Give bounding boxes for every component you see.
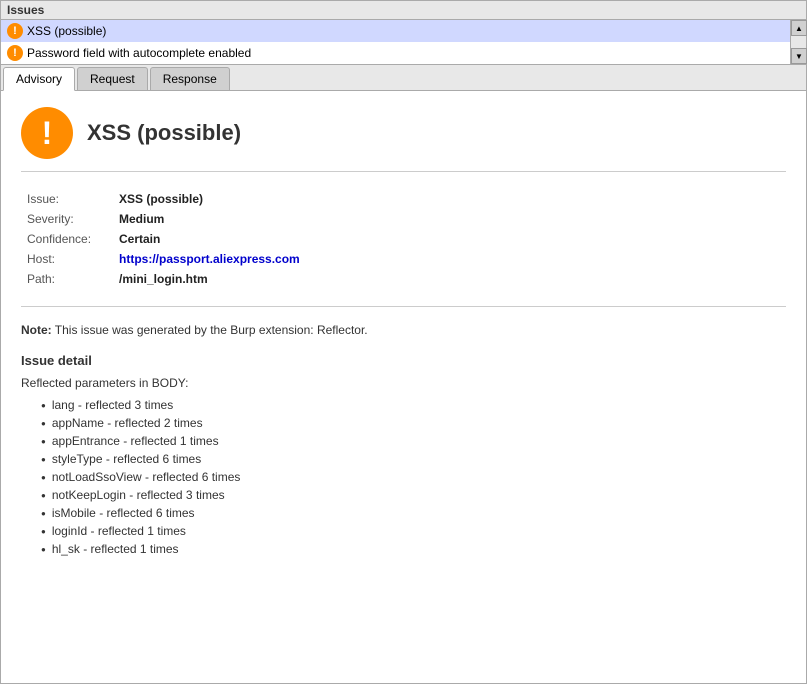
detail-row-host: Host: https://passport.aliexpress.com [23,250,784,268]
detail-row-confidence: Confidence: Certain [23,230,784,248]
param-item: styleType - reflected 6 times [41,450,786,468]
reflected-params-label: Reflected parameters in BODY: [21,376,786,390]
path-value: /mini_login.htm [115,270,784,288]
issue-detail-section: Issue detail Reflected parameters in BOD… [21,353,786,558]
detail-row-path: Path: /mini_login.htm [23,270,784,288]
advisory-content: ! XSS (possible) Issue: XSS (possible) S… [1,91,806,683]
scroll-track [791,36,806,48]
tab-request[interactable]: Request [77,67,148,90]
issues-scrollbar[interactable]: ▲ ▼ [790,20,806,64]
param-item: appEntrance - reflected 1 times [41,432,786,450]
param-item: appName - reflected 2 times [41,414,786,432]
issues-title: Issues [7,3,44,17]
issue-item-xss-label: XSS (possible) [27,24,106,38]
detail-row-issue: Issue: XSS (possible) [23,190,784,208]
tab-response[interactable]: Response [150,67,230,90]
param-item: isMobile - reflected 6 times [41,504,786,522]
issues-list: ! XSS (possible) ! Password field with a… [1,20,806,65]
note-text: This issue was generated by the Burp ext… [52,323,368,337]
host-link: https://passport.aliexpress.com [119,252,300,266]
param-item: lang - reflected 3 times [41,396,786,414]
issues-panel: Issues ! XSS (possible) ! Password field… [0,0,807,684]
params-list: lang - reflected 3 timesappName - reflec… [41,396,786,558]
tab-advisory[interactable]: Advisory [3,67,75,91]
issue-value: XSS (possible) [115,190,784,208]
issue-item-xss[interactable]: ! XSS (possible) [1,20,790,42]
tabs-bar: Advisory Request Response [1,65,806,91]
details-table: Issue: XSS (possible) Severity: Medium C… [21,188,786,307]
issue-item-password-label: Password field with autocomplete enabled [27,46,251,60]
confidence-label: Confidence: [23,230,113,248]
big-warning-icon: ! [21,107,73,159]
issue-label: Issue: [23,190,113,208]
param-item: loginId - reflected 1 times [41,522,786,540]
warning-icon-password: ! [7,45,23,61]
confidence-value: Certain [115,230,784,248]
issue-item-password[interactable]: ! Password field with autocomplete enabl… [1,42,790,64]
scroll-down-arrow[interactable]: ▼ [791,48,807,64]
advisory-title-row: ! XSS (possible) [21,107,786,172]
note-section: Note: This issue was generated by the Bu… [21,323,786,337]
scroll-up-arrow[interactable]: ▲ [791,20,807,36]
issues-header: Issues [1,1,806,20]
param-item: notLoadSsoView - reflected 6 times [41,468,786,486]
host-value[interactable]: https://passport.aliexpress.com [115,250,784,268]
advisory-main-title: XSS (possible) [87,120,241,146]
severity-value: Medium [115,210,784,228]
note-prefix: Note: [21,323,52,337]
severity-label: Severity: [23,210,113,228]
param-item: hl_sk - reflected 1 times [41,540,786,558]
warning-icon-xss: ! [7,23,23,39]
param-item: notKeepLogin - reflected 3 times [41,486,786,504]
issue-detail-title: Issue detail [21,353,786,368]
path-label: Path: [23,270,113,288]
host-label: Host: [23,250,113,268]
detail-row-severity: Severity: Medium [23,210,784,228]
